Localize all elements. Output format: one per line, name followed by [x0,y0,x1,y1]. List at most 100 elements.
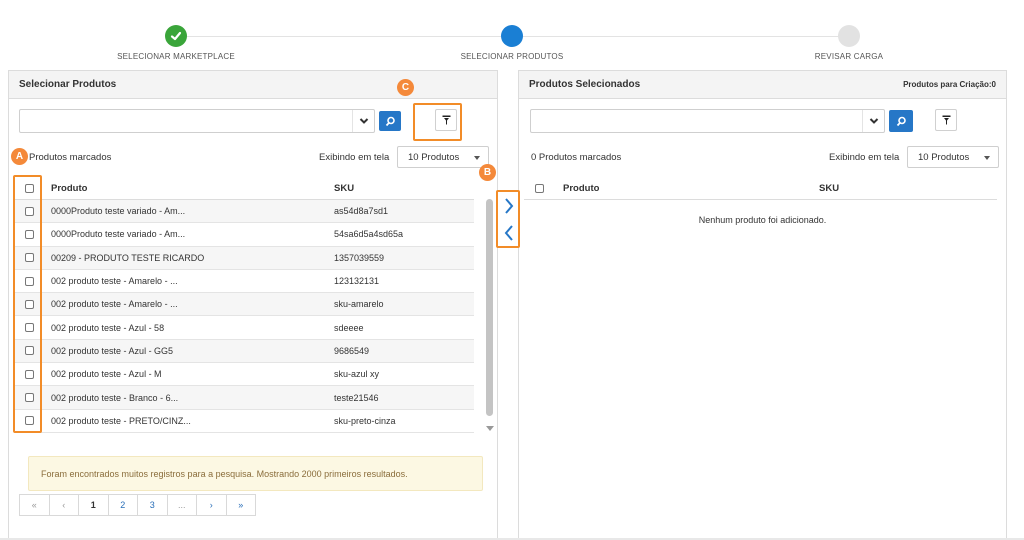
annotation-badge-c: C [397,79,414,96]
table-header: Produto SKU [524,177,997,200]
row-product: 0000Produto teste variado - Am... [51,206,186,217]
table-header: Produto SKU [14,177,474,200]
table-body: 0000Produto teste variado - Am... as54d8a… [14,200,474,433]
marked-count: 0 Produtos marcados [531,151,622,163]
row-sku: teste21546 [334,392,379,403]
row-product: 002 produto teste - Azul - M [51,369,162,380]
row-sku: 1357039559 [334,252,385,263]
search-dropdown-toggle[interactable] [352,110,374,132]
step-review[interactable]: REVISAR CARGA [749,25,949,61]
page-3[interactable]: 3 [137,494,168,516]
step-marketplace[interactable]: SELECIONAR MARKETPLACE [76,25,276,61]
step-products[interactable]: SELECIONAR PRODUTOS [412,25,612,61]
row-product: 002 produto teste - Azul - GG5 [51,345,174,356]
row-product: 002 produto teste - PRETO/CINZ... [51,415,191,426]
page-last[interactable]: » [225,494,256,516]
page-size-select[interactable]: 10 Produtos [397,146,489,168]
row-sku: 123132131 [334,276,380,287]
row-product: 002 produto teste - Amarelo - ... [51,299,178,310]
chevron-down-icon [359,118,368,124]
show-label: Exibindo em tela [319,152,390,163]
chevron-right-icon[interactable] [502,195,516,217]
filter-button[interactable] [935,109,957,131]
highlight-checkbox-column [13,175,42,433]
transfer-controls [496,190,520,248]
stepper: SELECIONAR MARKETPLACE SELECIONAR PRODUT… [0,0,1024,66]
row-product: 0000Produto teste variado - Am... [51,229,186,240]
page-first[interactable]: « [19,494,50,516]
table-row[interactable]: 002 produto teste - Branco - 6... teste21… [14,386,474,410]
highlight-filter-button [413,103,462,141]
page-prev[interactable]: ‹ [48,494,79,516]
page-size-value: 10 Produtos [918,152,970,163]
panel-header: Selecionar Produtos [9,71,497,99]
table-row[interactable]: 00209 - PRODUTO TESTE RICARDO 1357039559 [14,246,474,270]
filter-icon [942,115,950,125]
page-2[interactable]: 2 [107,494,138,516]
table-row[interactable]: 002 produto teste - Azul - 58 sdeeee [14,316,474,340]
search-input[interactable] [530,109,885,133]
table-row[interactable]: 002 produto teste - Amarelo - ... sku-ama… [14,293,474,317]
annotation-badge-b: B [479,164,496,181]
table-row[interactable]: 002 produto teste - PRETO/CINZ... sku-pre… [14,410,474,433]
page-size-value: 10 Produtos [408,152,460,163]
page-1[interactable]: 1 [78,494,109,516]
results-alert: Foram encontrados muitos registros para … [28,456,483,491]
panel-title: Produtos Selecionados [529,79,641,90]
search-button[interactable] [379,111,401,131]
column-product: Produto [563,182,600,194]
annotation-badge-a: A [11,148,28,165]
vertical-scrollbar[interactable] [485,197,495,433]
scrollbar-thumb[interactable] [486,199,493,416]
select-all-checkbox[interactable] [534,183,544,193]
caret-down-icon [984,156,990,160]
step-label: REVISAR CARGA [814,52,884,61]
table-row[interactable]: 002 produto teste - Azul - M sku-azul xy [14,363,474,387]
table-row[interactable]: 0000Produto teste variado - Am... 54sa6d5… [14,223,474,247]
column-product: Produto [51,182,88,194]
search-dropdown-toggle[interactable] [862,110,884,132]
caret-down-icon [474,156,480,160]
step-active-dot [501,25,523,47]
show-label: Exibindo em tela [829,152,900,163]
search-input[interactable] [19,109,375,133]
column-sku: SKU [819,182,840,194]
row-product: 002 produto teste - Azul - 58 [51,322,165,333]
row-product: 002 produto teste - Amarelo - ... [51,276,178,287]
row-product: 00209 - PRODUTO TESTE RICARDO [51,252,205,263]
step-label: SELECIONAR PRODUTOS [460,52,564,61]
meta-row: 0 Produtos marcados Exibindo em tela 10 … [531,146,1001,168]
step-label: SELECIONAR MARKETPLACE [117,52,235,61]
panel-title: Selecionar Produtos [19,79,117,90]
search-button[interactable] [889,110,913,132]
check-icon [170,31,182,41]
row-product: 002 produto teste - Branco - 6... [51,392,179,403]
select-all-cell [524,183,554,193]
creation-count: Produtos para Criação:0 [903,80,996,89]
row-sku: sku-azul xy [334,369,380,380]
table-row[interactable]: 0000Produto teste variado - Am... as54d8a… [14,200,474,224]
row-sku: 9686549 [334,345,370,356]
column-sku: SKU [334,182,355,194]
empty-message: Nenhum produto foi adicionado. [698,215,827,225]
row-sku: as54d8a7sd1 [334,206,389,217]
panel-header: Produtos Selecionados Produtos para Cria… [519,71,1006,99]
row-sku: sku-amarelo [334,299,384,310]
search-icon [896,116,906,126]
scroll-down-arrow-icon[interactable] [486,426,494,431]
table-row[interactable]: 002 produto teste - Azul - GG5 9686549 [14,339,474,364]
search-icon [385,116,395,126]
row-sku: sku-preto-cinza [334,415,396,426]
row-sku: 54sa6d5a4sd65a [334,229,404,240]
pagination: « ‹ 1 2 3 ... › » [19,494,256,516]
row-sku: sdeeee [334,322,364,333]
products-table: Produto SKU 0000Produto teste variado - … [14,177,474,433]
chevron-down-icon [869,118,878,124]
table-row[interactable]: 002 produto teste - Amarelo - ... 1231321… [14,270,474,294]
chevron-left-icon[interactable] [502,222,516,244]
step-done-dot [165,25,187,47]
selected-products-panel: Produtos Selecionados Produtos para Cria… [518,70,1007,540]
page-next[interactable]: › [196,494,227,516]
step-todo-dot [838,25,860,47]
page-size-select[interactable]: 10 Produtos [907,146,999,168]
